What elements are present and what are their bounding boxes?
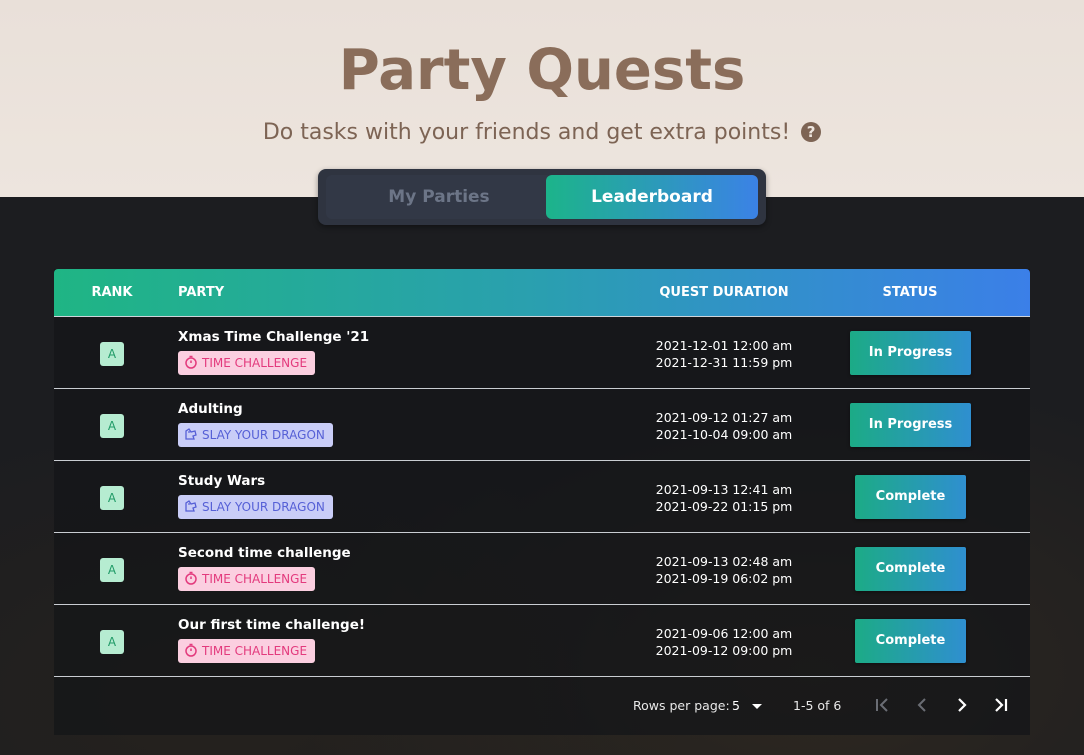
stopwatch-icon (185, 571, 197, 585)
quest-type-label: TIME CHALLENGE (202, 356, 308, 370)
quest-type-label: TIME CHALLENGE (202, 644, 308, 658)
quest-type-label: SLAY YOUR DRAGON (202, 428, 325, 442)
quest-start-date: 2021-09-06 12:00 am (655, 626, 793, 641)
rank-badge: A (100, 558, 124, 582)
table-header: RANK PARTY QUEST DURATION STATUS (54, 269, 1030, 317)
quest-start-date: 2021-09-13 12:41 am (655, 482, 793, 497)
status-button[interactable]: Complete (855, 619, 966, 663)
quest-type-label: TIME CHALLENGE (202, 572, 308, 586)
quest-end-date: 2021-09-12 09:00 pm (655, 643, 793, 658)
previous-page-icon[interactable] (910, 693, 934, 717)
column-header-party: PARTY (178, 285, 225, 300)
status-button[interactable]: In Progress (850, 331, 971, 375)
table-row: A Adulting SLAY YOUR DRAGON 2021-09-12 01:2… (54, 389, 1030, 461)
quest-type-tag: TIME CHALLENGE (178, 567, 316, 591)
status-button[interactable]: Complete (855, 475, 966, 519)
view-tabs: My Parties Leaderboard (318, 169, 766, 225)
table-pagination: Rows per page: 5 1-5 of 6 (54, 678, 1030, 735)
quest-end-date: 2021-09-22 01:15 pm (655, 499, 793, 514)
tab-my-parties[interactable]: My Parties (326, 175, 552, 219)
rank-badge: A (100, 414, 124, 438)
rank-badge: A (100, 342, 124, 366)
quest-end-date: 2021-09-19 06:02 pm (655, 571, 793, 586)
quest-end-date: 2021-12-31 11:59 pm (655, 355, 793, 370)
dragon-icon (185, 428, 197, 440)
leaderboard-table: RANK PARTY QUEST DURATION STATUS A Xmas T… (54, 269, 1030, 735)
party-name[interactable]: Our first time challenge! (178, 617, 365, 633)
page-title: Party Quests (338, 38, 746, 103)
last-page-icon[interactable] (989, 693, 1013, 717)
subtitle-text: Do tasks with your friends and get extra… (262, 120, 791, 145)
rows-per-page-select[interactable]: 5 (732, 698, 740, 713)
status-button[interactable]: In Progress (850, 403, 971, 447)
quest-start-date: 2021-12-01 12:00 am (655, 338, 793, 353)
table-row: A Xmas Time Challenge '21 TIME CHALLENGE 20… (54, 317, 1030, 389)
page-subtitle: Do tasks with your friends and get extra… (0, 120, 1084, 145)
quest-duration: 2021-09-13 02:48 am 2021-09-19 06:02 pm (634, 553, 814, 587)
quest-start-date: 2021-09-13 02:48 am (655, 554, 793, 569)
party-name[interactable]: Xmas Time Challenge '21 (178, 329, 369, 345)
quest-duration: 2021-12-01 12:00 am 2021-12-31 11:59 pm (634, 337, 814, 371)
dragon-icon (185, 500, 197, 512)
table-row: A Second time challenge TIME CHALLENGE 2021… (54, 533, 1030, 605)
quest-start-date: 2021-09-12 01:27 am (655, 410, 793, 425)
party-name[interactable]: Adulting (178, 401, 243, 417)
chevron-down-icon[interactable] (752, 704, 762, 709)
quest-type-label: SLAY YOUR DRAGON (202, 500, 325, 514)
stopwatch-icon (185, 355, 197, 369)
table-row: A Our first time challenge! TIME CHALLENGE… (54, 605, 1030, 677)
party-name[interactable]: Study Wars (178, 473, 265, 489)
column-header-duration: QUEST DURATION (659, 285, 789, 300)
column-header-status: STATUS (882, 285, 938, 300)
pagination-range: 1-5 of 6 (793, 698, 842, 713)
quest-type-tag: SLAY YOUR DRAGON (178, 495, 333, 519)
party-name[interactable]: Second time challenge (178, 545, 351, 561)
quest-duration: 2021-09-12 01:27 am 2021-10-04 09:00 am (634, 409, 814, 443)
next-page-icon[interactable] (950, 693, 974, 717)
stopwatch-icon (185, 643, 197, 657)
status-button[interactable]: Complete (855, 547, 966, 591)
rank-badge: A (100, 630, 124, 654)
quest-type-tag: SLAY YOUR DRAGON (178, 423, 333, 447)
quest-duration: 2021-09-13 12:41 am 2021-09-22 01:15 pm (634, 481, 814, 515)
rows-per-page-label: Rows per page: (633, 698, 730, 713)
first-page-icon[interactable] (870, 693, 894, 717)
rank-badge: A (100, 486, 124, 510)
quest-duration: 2021-09-06 12:00 am 2021-09-12 09:00 pm (634, 625, 814, 659)
tab-leaderboard[interactable]: Leaderboard (546, 175, 758, 219)
quest-end-date: 2021-10-04 09:00 am (655, 427, 793, 442)
help-icon[interactable]: ? (801, 122, 822, 142)
quest-type-tag: TIME CHALLENGE (178, 639, 316, 663)
column-header-rank: RANK (91, 285, 133, 300)
quest-type-tag: TIME CHALLENGE (178, 351, 316, 375)
table-row: A Study Wars SLAY YOUR DRAGON 2021-09-13 12… (54, 461, 1030, 533)
